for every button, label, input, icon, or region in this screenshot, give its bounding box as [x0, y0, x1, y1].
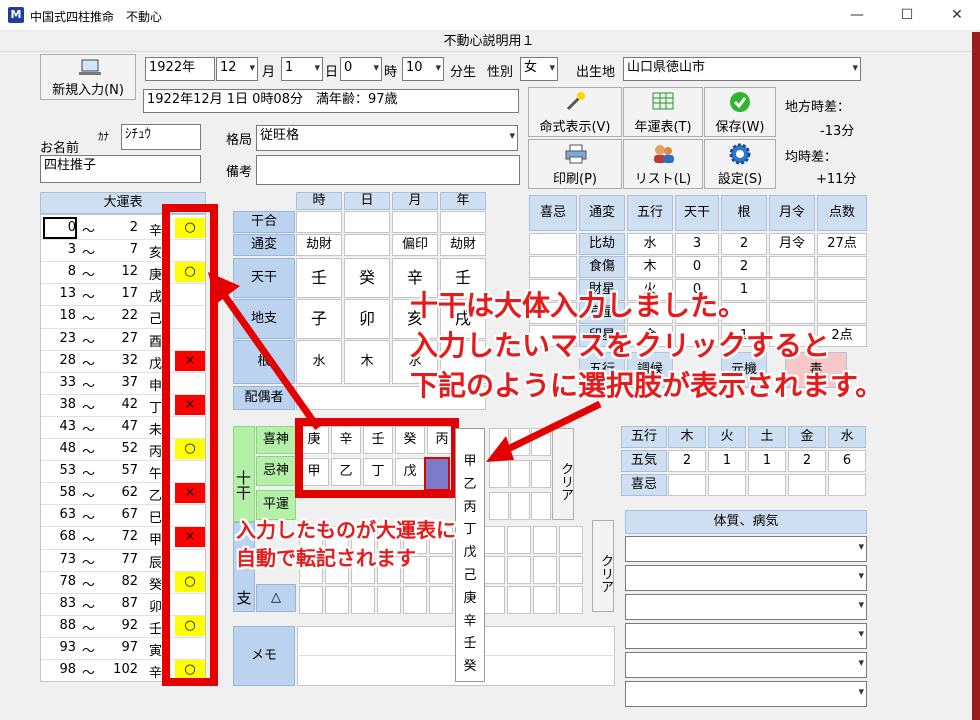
option-item-0[interactable]: 甲	[458, 450, 482, 469]
annotation-sub-2: 自動で転記されます	[236, 546, 416, 570]
annotation-main-3: 下記のように選択肢が表示されます。	[410, 369, 884, 402]
option-item-9[interactable]: 癸	[458, 655, 482, 674]
annotation-sub-1: 入力したものが大運表に	[236, 518, 456, 542]
annotation-main-1: 十干は大体入力しました。	[410, 289, 747, 322]
option-item-4[interactable]: 戊	[458, 541, 482, 560]
option-item-2[interactable]: 丙	[458, 496, 482, 515]
option-item-6[interactable]: 庚	[458, 587, 482, 606]
option-item-5[interactable]: 己	[458, 564, 482, 583]
annotation-main-2: 入力したいマスをクリックすると	[410, 329, 831, 362]
option-item-8[interactable]: 壬	[458, 632, 482, 651]
option-item-7[interactable]: 辛	[458, 610, 482, 629]
option-item-1[interactable]: 乙	[458, 473, 482, 492]
option-item-3[interactable]: 丁	[458, 518, 482, 537]
